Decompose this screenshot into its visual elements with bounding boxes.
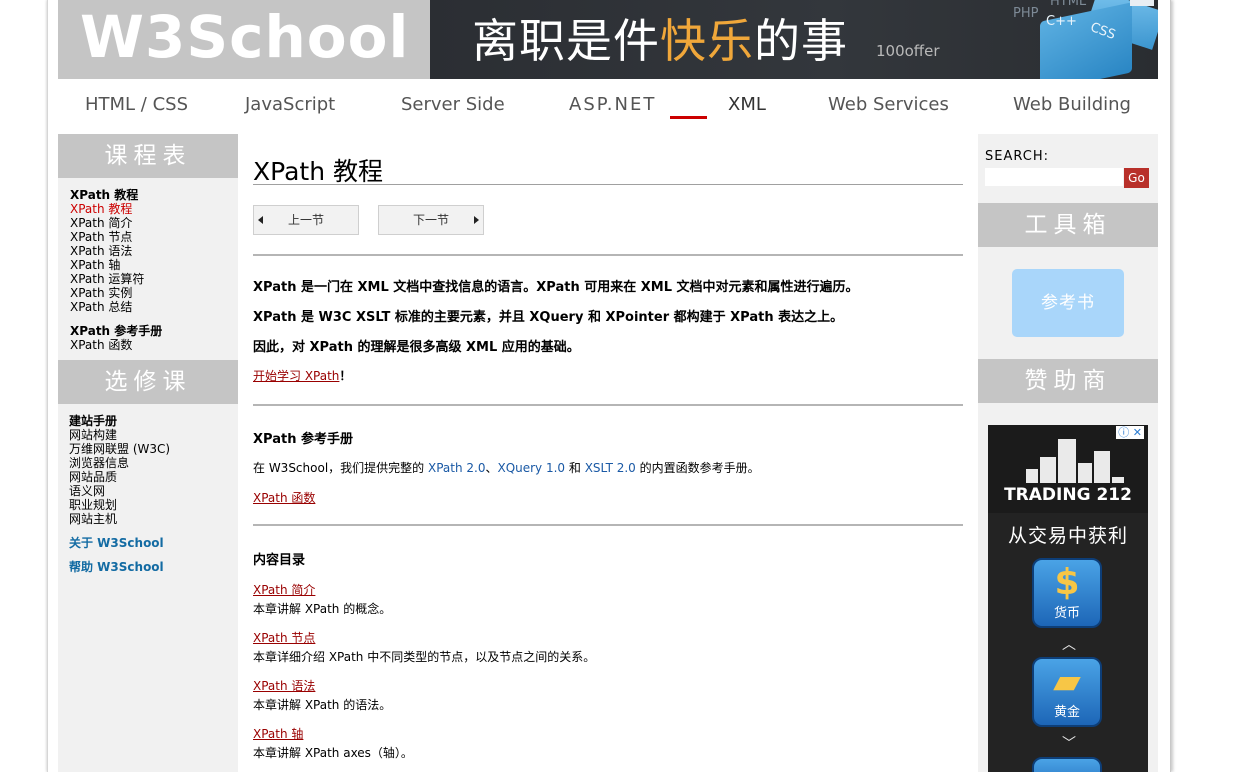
sidebar-item-xpath-axes[interactable]: XPath 轴 — [70, 258, 238, 272]
main-content: XPath 教程 上一节 下一节 XPath 是一门在 XML 文档中查找信息的… — [253, 134, 963, 772]
right-sidebar: SEARCH: Go 工具箱 参考书 赞助商 TRADING 212 ⓘ ✕ 从… — [978, 134, 1158, 772]
page-title: XPath 教程 — [253, 157, 383, 186]
search-input[interactable] — [985, 168, 1123, 186]
search-label: SEARCH: — [985, 149, 1049, 164]
toc-desc: 本章讲解 XPath 的语法。 — [253, 698, 392, 712]
course-heading: 课程表 — [58, 134, 238, 178]
sidebar-item-hosting[interactable]: 网站主机 — [69, 512, 238, 526]
next-ad-icon[interactable] — [1032, 757, 1102, 772]
nav-web-services[interactable]: Web Services — [828, 94, 949, 115]
toc-link-axes[interactable]: XPath 轴 — [253, 725, 303, 742]
sidebar-item-xpath-summary[interactable]: XPath 总结 — [70, 300, 238, 314]
course-title: XPath 教程 — [70, 188, 139, 202]
banner-brand: 100offer — [876, 42, 940, 60]
sponsor-ad[interactable]: TRADING 212 ⓘ ✕ 从交易中获利 $ 货币 ︿ ▰ 黄金 ﹀ — [988, 425, 1148, 772]
start-learning-line: 开始学习 XPath！ — [253, 367, 351, 384]
site-logo-text: W3School — [80, 3, 410, 71]
intro-paragraph-3: 因此，对 XPath 的理解是很多高级 XML 应用的基础。 — [253, 340, 580, 355]
sidebar-item-xpath-intro[interactable]: XPath 简介 — [70, 216, 238, 230]
nav-active-underline — [670, 116, 707, 119]
about-link[interactable]: 关于 W3School — [69, 536, 238, 550]
title-divider — [253, 184, 963, 185]
banner-tech-word: PHP — [1013, 6, 1039, 21]
site-logo[interactable]: W3School — [58, 0, 430, 79]
banner-tech-word: HTML — [1050, 0, 1087, 9]
nav-web-building[interactable]: Web Building — [1013, 94, 1131, 115]
banner-tech-word: C++ — [1046, 14, 1077, 29]
toc-desc: 本章讲解 XPath 的概念。 — [253, 602, 392, 616]
sidebar-item-w3c[interactable]: 万维网联盟 (W3C) — [69, 442, 238, 456]
left-sidebar: 课程表 XPath 教程 XPath 教程 XPath 简介 XPath 节点 … — [58, 134, 238, 772]
section-divider — [253, 404, 963, 406]
currency-icon[interactable]: $ 货币 — [1032, 558, 1102, 628]
next-button[interactable]: 下一节 — [378, 205, 484, 235]
banner-headline: 离职是件快乐的事 — [472, 14, 848, 68]
ad-close-icon[interactable] — [1130, 0, 1154, 6]
intro-paragraph-1: XPath 是一门在 XML 文档中查找信息的语言。XPath 可用来在 XML… — [253, 280, 859, 295]
sidebar-item-xpath-examples[interactable]: XPath 实例 — [70, 286, 238, 300]
reference-text: 在 W3School，我们提供完整的 XPath 2.0、XQuery 1.0 … — [253, 461, 760, 475]
toc-desc: 本章讲解 XPath axes（轴）。 — [253, 746, 413, 760]
gold-icon[interactable]: ▰ 黄金 — [1032, 657, 1102, 727]
nav-javascript[interactable]: JavaScript — [245, 94, 335, 115]
banner-ad[interactable]: 离职是件快乐的事 100offer PHP HTML C++ CSS — [430, 0, 1158, 79]
ad-info-icon[interactable]: ⓘ ✕ — [1116, 426, 1144, 439]
sidebar-item-xpath-nodes[interactable]: XPath 节点 — [70, 230, 238, 244]
ad-headline: 从交易中获利 — [1007, 525, 1128, 547]
toc-link-syntax[interactable]: XPath 语法 — [253, 677, 315, 694]
sidebar-item-browser-info[interactable]: 浏览器信息 — [69, 456, 238, 470]
chevron-up-icon: ︿ — [1062, 637, 1076, 653]
reference-title: XPath 参考手册 — [70, 324, 163, 338]
top-nav: HTML / CSS JavaScript Server Side ASP.NE… — [58, 80, 1158, 134]
sidebar-item-xpath-tutorial[interactable]: XPath 教程 — [70, 202, 238, 216]
nav-xml[interactable]: XML — [728, 94, 766, 115]
elective-heading: 选修课 — [58, 360, 238, 404]
xpath-functions-link[interactable]: XPath 函数 — [253, 489, 315, 506]
search-go-button[interactable]: Go — [1124, 168, 1149, 188]
elective-list: 建站手册 网站构建 万维网联盟 (W3C) 浏览器信息 网站品质 语义网 职业规… — [58, 404, 238, 574]
sidebar-item-xpath-operators[interactable]: XPath 运算符 — [70, 272, 238, 286]
start-learning-link[interactable]: 开始学习 XPath — [253, 369, 339, 383]
elective-title: 建站手册 — [69, 414, 118, 428]
next-label: 下一节 — [413, 213, 450, 227]
nav-aspnet[interactable]: ASP.NET — [569, 94, 656, 115]
toc-desc: 本章详细介绍 XPath 中不同类型的节点，以及节点之间的关系。 — [253, 650, 596, 664]
section-divider — [253, 254, 963, 256]
reference-heading: XPath 参考手册 — [253, 432, 353, 447]
help-link[interactable]: 帮助 W3School — [69, 560, 238, 574]
sidebar-item-xpath-syntax[interactable]: XPath 语法 — [70, 244, 238, 258]
sidebar-item-career[interactable]: 职业规划 — [69, 498, 238, 512]
chevron-left-icon — [258, 216, 263, 224]
section-divider — [253, 524, 963, 526]
toc-heading: 内容目录 — [253, 553, 306, 568]
sidebar-item-site-quality[interactable]: 网站品质 — [69, 470, 238, 484]
chevron-down-icon: ﹀ — [1062, 736, 1076, 752]
toolbox-heading: 工具箱 — [978, 203, 1158, 247]
sidebar-item-xpath-functions[interactable]: XPath 函数 — [70, 338, 238, 352]
sponsor-heading: 赞助商 — [978, 359, 1158, 403]
sidebar-item-semantic-web[interactable]: 语义网 — [69, 484, 238, 498]
start-suffix: ！ — [339, 369, 352, 383]
reference-book-button[interactable]: 参考书 — [1012, 269, 1124, 337]
sidebar-item-site-build[interactable]: 网站构建 — [69, 428, 238, 442]
course-list: XPath 教程 XPath 教程 XPath 简介 XPath 节点 XPat… — [58, 178, 238, 352]
chevron-right-icon — [474, 216, 479, 224]
prev-button[interactable]: 上一节 — [253, 205, 359, 235]
toc-link-nodes[interactable]: XPath 节点 — [253, 629, 315, 646]
intro-paragraph-2: XPath 是 W3C XSLT 标准的主要元素，并且 XQuery 和 XPo… — [253, 310, 844, 325]
prev-label: 上一节 — [288, 213, 325, 227]
toc-link-intro[interactable]: XPath 简介 — [253, 581, 315, 598]
ad-brand: TRADING 212 — [1004, 485, 1132, 505]
nav-server-side[interactable]: Server Side — [401, 94, 505, 115]
nav-html-css[interactable]: HTML / CSS — [85, 94, 188, 115]
